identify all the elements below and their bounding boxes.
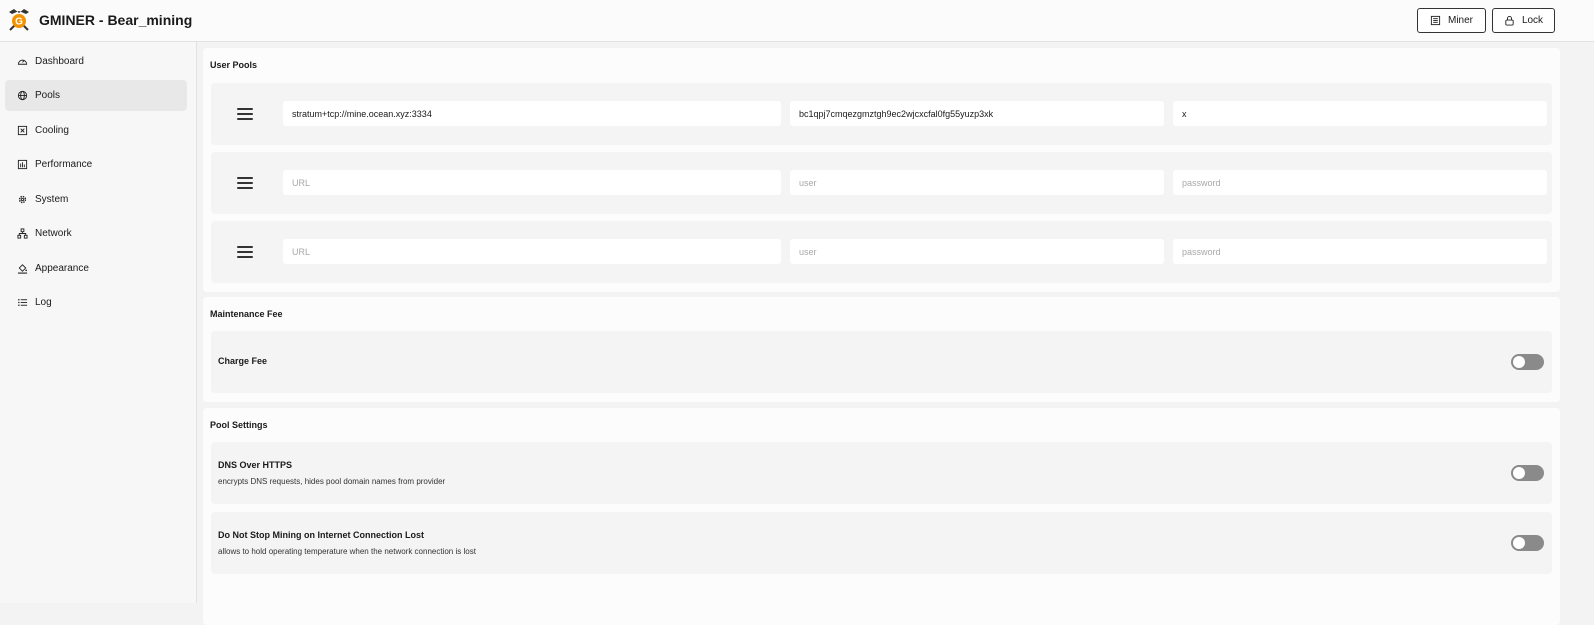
- sidebar-item-performance[interactable]: Performance: [5, 149, 187, 180]
- gear-icon: [18, 195, 27, 204]
- drag-handle-icon[interactable]: [237, 246, 253, 258]
- dns-over-https-description: encrypts DNS requests, hides pool domain…: [218, 477, 446, 486]
- keep-mining-row: Do Not Stop Mining on Internet Connectio…: [211, 512, 1552, 574]
- user-pools-card: User Pools: [203, 48, 1560, 292]
- dns-over-https-label: DNS Over HTTPS: [218, 460, 293, 470]
- sidebar-item-cooling[interactable]: Cooling: [5, 115, 187, 146]
- pool-url-input[interactable]: [283, 170, 781, 195]
- keep-mining-toggle[interactable]: [1511, 535, 1544, 551]
- miner-button[interactable]: Miner: [1417, 8, 1486, 33]
- sidebar-item-label: Network: [35, 228, 72, 239]
- sidebar-item-appearance[interactable]: Appearance: [5, 253, 187, 284]
- fan-icon: [17, 125, 28, 136]
- sidebar-item-label: Appearance: [35, 263, 89, 274]
- sidebar-item-label: Dashboard: [35, 56, 84, 67]
- charge-fee-toggle[interactable]: [1511, 354, 1544, 370]
- pool-password-input[interactable]: [1173, 170, 1547, 195]
- maintenance-fee-title: Maintenance Fee: [210, 309, 283, 319]
- pool-url-input[interactable]: [283, 239, 781, 264]
- lock-button[interactable]: Lock: [1492, 8, 1555, 33]
- keep-mining-description: allows to hold operating temperature whe…: [218, 547, 476, 556]
- pool-settings-card: Pool Settings DNS Over HTTPS encrypts DN…: [203, 408, 1560, 625]
- gminer-logo-icon: G: [9, 9, 29, 31]
- pool-row-3: [211, 221, 1552, 283]
- sidebar-item-network[interactable]: Network: [5, 218, 187, 249]
- maintenance-fee-card: Maintenance Fee Charge Fee: [203, 297, 1560, 402]
- pool-row-2: [211, 152, 1552, 214]
- pool-user-input[interactable]: [790, 170, 1164, 195]
- drag-handle-icon[interactable]: [237, 177, 253, 189]
- list-icon: [18, 299, 28, 306]
- pool-password-input[interactable]: [1173, 239, 1547, 264]
- logo-letter: G: [15, 17, 23, 28]
- charge-fee-row: Charge Fee: [211, 331, 1552, 393]
- lock-button-label: Lock: [1521, 15, 1544, 26]
- miner-icon: [1430, 15, 1441, 26]
- globe-icon: [17, 90, 28, 101]
- sidebar-item-label: Pools: [35, 90, 61, 101]
- performance-bars-icon: [17, 159, 28, 170]
- dns-over-https-row: DNS Over HTTPS encrypts DNS requests, hi…: [211, 442, 1552, 504]
- paint-bucket-icon: [17, 264, 28, 274]
- sidebar-item-label: Cooling: [35, 125, 69, 136]
- top-bar: G GMINER - Bear_mining Miner Lock: [0, 0, 1594, 42]
- sidebar-item-dashboard[interactable]: Dashboard: [5, 46, 187, 77]
- main-content: User Pools Maintenance Fee Charge Fee: [198, 42, 1594, 625]
- sidebar-item-log[interactable]: Log: [5, 287, 187, 318]
- lock-icon: [1505, 16, 1514, 26]
- sidebar: Dashboard Pools Cooling Performance Syst…: [0, 42, 197, 603]
- network-icon: [17, 228, 28, 239]
- pool-url-input[interactable]: [283, 101, 781, 126]
- keep-mining-label: Do Not Stop Mining on Internet Connectio…: [218, 530, 424, 540]
- sidebar-item-pools[interactable]: Pools: [5, 80, 187, 111]
- pool-row-1: [211, 83, 1552, 145]
- user-pools-title: User Pools: [210, 60, 258, 70]
- drag-handle-icon[interactable]: [237, 108, 253, 120]
- sidebar-item-label: Log: [35, 297, 52, 308]
- sidebar-item-label: System: [35, 194, 69, 205]
- sidebar-item-system[interactable]: System: [5, 184, 187, 215]
- charge-fee-label: Charge Fee: [218, 356, 268, 366]
- pool-user-input[interactable]: [790, 239, 1164, 264]
- pool-settings-title: Pool Settings: [210, 420, 268, 430]
- dashboard-gauge-icon: [17, 59, 28, 65]
- miner-button-label: Miner: [1447, 15, 1473, 26]
- pool-password-input[interactable]: [1173, 101, 1547, 126]
- pool-user-input[interactable]: [790, 101, 1164, 126]
- dns-over-https-toggle[interactable]: [1511, 465, 1544, 481]
- sidebar-item-label: Performance: [35, 159, 93, 170]
- app-title: GMINER - Bear_mining: [39, 12, 193, 28]
